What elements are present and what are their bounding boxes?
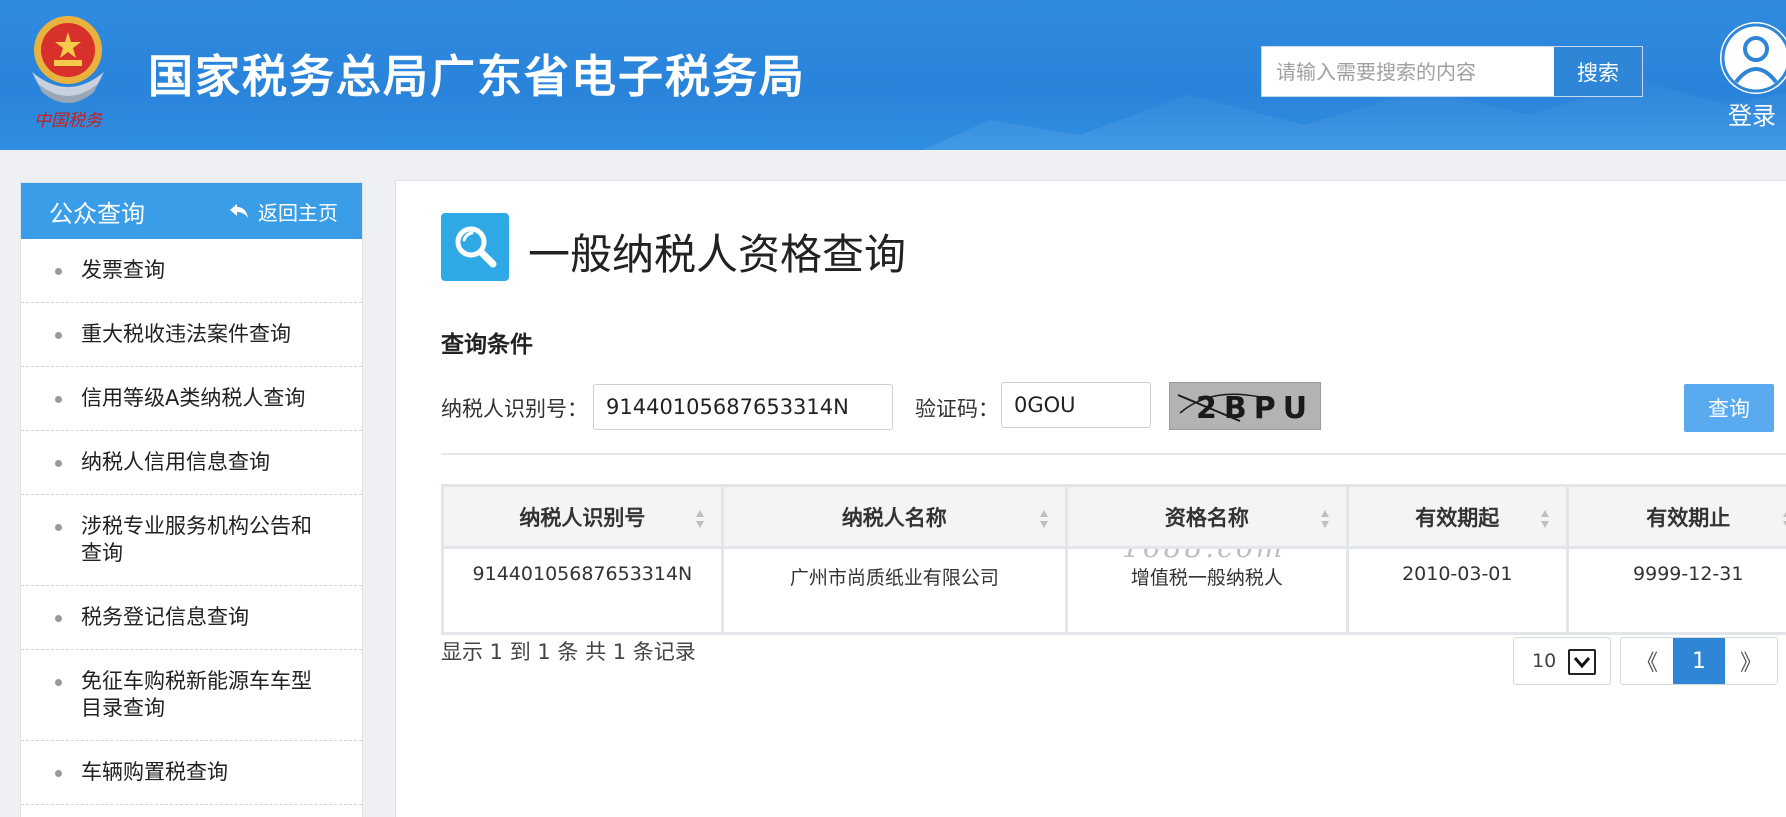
cell-valid-from: 2010-03-01	[1346, 546, 1569, 635]
sidebar-item-credit-info[interactable]: 纳税人信用信息查询	[21, 431, 362, 495]
page-button-current[interactable]: 1	[1673, 638, 1725, 684]
sidebar-item-service-agency[interactable]: 涉税专业服务机构公告和查询	[21, 495, 362, 586]
site-header: 中国税务 国家税务总局广东省电子税务局 搜索 登录	[0, 0, 1786, 150]
login-label[interactable]: 登录	[1706, 96, 1786, 131]
sidebar: 公众查询 返回主页 发票查询 重大税收违法案件查询 信用等级A类纳税人查询 纳税…	[20, 182, 363, 817]
sidebar-item-label[interactable]: 免征车购税新能源车车型目录查询	[81, 669, 312, 720]
captcha-image[interactable]: 2BPU	[1169, 382, 1321, 430]
pagination: 《 1 》	[1620, 637, 1778, 685]
cell-valid-to: 9999-12-31	[1565, 546, 1786, 635]
sidebar-title: 公众查询	[49, 199, 145, 228]
bullet-icon	[55, 396, 62, 403]
sidebar-item-credit-a[interactable]: 信用等级A类纳税人查询	[21, 367, 362, 431]
taxpayer-id-input[interactable]	[593, 384, 893, 430]
table-row: 91440105687653314N 广州市尚质纸业有限公司 增值税一般纳税人 …	[441, 546, 1786, 635]
back-home-link[interactable]: 返回主页	[228, 197, 338, 226]
captcha-label: 验证码：	[915, 397, 999, 421]
login-area[interactable]: 登录	[1718, 22, 1786, 131]
sort-icon[interactable]	[695, 509, 705, 529]
sidebar-item-label[interactable]: 税务登记信息查询	[81, 605, 249, 629]
column-header-label[interactable]: 资格名称	[1165, 506, 1249, 530]
cell-qualification: 增值税一般纳税人	[1064, 546, 1350, 635]
chevron-down-icon[interactable]	[1568, 649, 1596, 675]
column-header-valid-to[interactable]: 有效期止	[1565, 484, 1786, 549]
page-title: 一般纳税人资格查询	[528, 230, 907, 279]
sidebar-menu: 发票查询 重大税收违法案件查询 信用等级A类纳税人查询 纳税人信用信息查询 涉税…	[21, 239, 362, 805]
sidebar-item-registration[interactable]: 税务登记信息查询	[21, 586, 362, 650]
bullet-icon	[55, 615, 62, 622]
column-header-taxpayer-name[interactable]: 纳税人名称	[720, 484, 1068, 549]
national-emblem-logo[interactable]: 中国税务	[18, 10, 118, 130]
user-avatar-icon[interactable]	[1720, 22, 1786, 94]
bullet-icon	[55, 332, 62, 339]
column-header-label[interactable]: 有效期止	[1646, 506, 1730, 530]
bullet-icon	[55, 679, 62, 686]
page-size-value[interactable]: 10	[1532, 650, 1556, 672]
bullet-icon	[55, 524, 62, 531]
sidebar-item-new-energy[interactable]: 免征车购税新能源车车型目录查询	[21, 650, 362, 741]
sort-icon[interactable]	[1540, 509, 1550, 529]
search-box: 搜索	[1261, 46, 1643, 97]
sidebar-item-label[interactable]: 信用等级A类纳税人查询	[81, 386, 305, 410]
records-summary: 显示 1 到 1 条 共 1 条记录	[441, 640, 696, 664]
prev-page-button[interactable]: 《	[1621, 638, 1673, 684]
divider	[441, 453, 1786, 455]
column-header-label[interactable]: 纳税人识别号	[519, 506, 645, 530]
search-button[interactable]: 搜索	[1554, 47, 1642, 96]
bullet-icon	[55, 268, 62, 275]
search-icon	[441, 213, 509, 281]
search-input[interactable]	[1262, 47, 1554, 96]
column-header-taxpayer-id[interactable]: 纳税人识别号	[441, 484, 724, 549]
next-page-button[interactable]: 》	[1725, 638, 1777, 684]
sidebar-item-major-violation[interactable]: 重大税收违法案件查询	[21, 303, 362, 367]
sidebar-item-invoice[interactable]: 发票查询	[21, 239, 362, 303]
table-header-row: 纳税人识别号 纳税人名称 资格名称 有效期起 有效期止	[441, 484, 1786, 549]
back-home-label[interactable]: 返回主页	[258, 197, 338, 226]
sidebar-item-label[interactable]: 纳税人信用信息查询	[81, 450, 270, 474]
query-button[interactable]: 查询	[1684, 384, 1774, 432]
main-panel: 一般纳税人资格查询 查询条件 纳税人识别号： 验证码： 2BPU 查询 1688…	[395, 180, 1786, 817]
sidebar-item-label[interactable]: 发票查询	[81, 258, 165, 282]
sidebar-item-label[interactable]: 车辆购置税查询	[81, 760, 228, 784]
bullet-icon	[55, 770, 62, 777]
sidebar-item-label[interactable]: 重大税收违法案件查询	[81, 322, 291, 346]
page-size-select[interactable]: 10	[1513, 637, 1611, 685]
sidebar-item-label[interactable]: 涉税专业服务机构公告和查询	[81, 514, 312, 565]
cell-taxpayer-id: 91440105687653314N	[441, 546, 724, 635]
sidebar-header: 公众查询 返回主页	[21, 183, 362, 239]
query-condition-heading: 查询条件	[441, 332, 533, 358]
bullet-icon	[55, 460, 62, 467]
sort-icon[interactable]	[1782, 509, 1786, 529]
column-header-qualification[interactable]: 资格名称	[1064, 484, 1350, 549]
sort-icon[interactable]	[1320, 509, 1330, 529]
sort-icon[interactable]	[1039, 509, 1049, 529]
back-arrow-icon	[230, 204, 248, 218]
cell-taxpayer-name: 广州市尚质纸业有限公司	[720, 546, 1068, 635]
captcha-input[interactable]	[1001, 382, 1151, 428]
column-header-valid-from[interactable]: 有效期起	[1346, 484, 1569, 549]
sidebar-item-vehicle-tax[interactable]: 车辆购置税查询	[21, 741, 362, 805]
column-header-label[interactable]: 纳税人名称	[842, 506, 947, 530]
taxpayer-id-label: 纳税人识别号：	[441, 397, 588, 421]
results-table: 纳税人识别号 纳税人名称 资格名称 有效期起 有效期止 914401056876…	[441, 484, 1786, 635]
column-header-label[interactable]: 有效期起	[1415, 506, 1499, 530]
emblem-caption: 中国税务	[34, 111, 104, 130]
site-title: 国家税务总局广东省电子税务局	[148, 50, 807, 103]
